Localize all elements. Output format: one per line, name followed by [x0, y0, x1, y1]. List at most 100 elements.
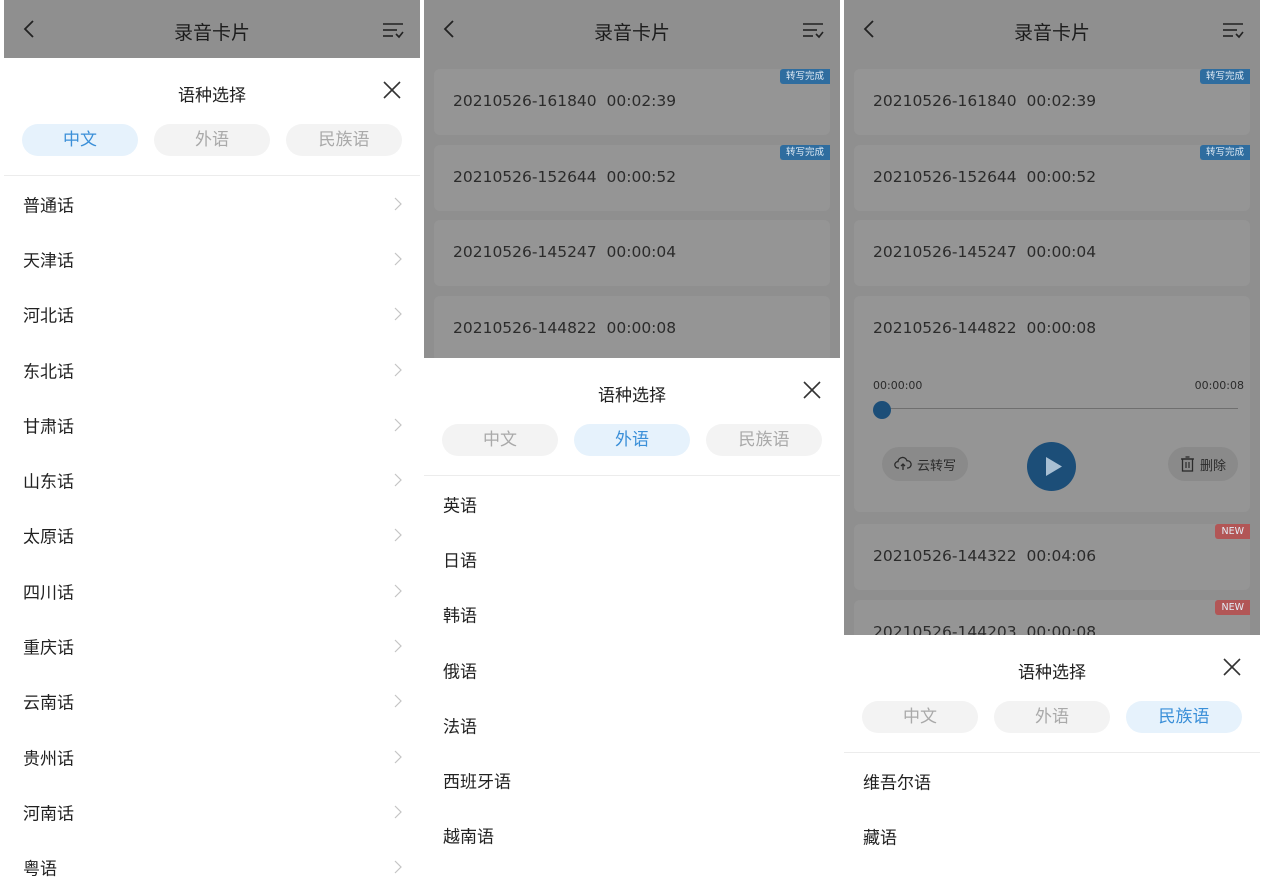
- audio-player: 00:00:00 00:00:08 云转写 删除: [854, 362, 1250, 512]
- recording-card[interactable]: 20210526-145247 00:00:04: [434, 220, 830, 286]
- chevron-right-icon: [394, 694, 402, 708]
- language-name: 天津话: [23, 251, 74, 272]
- language-name: 普通话: [23, 196, 74, 217]
- language-name: 山东话: [23, 472, 74, 493]
- language-item[interactable]: 俄语: [424, 642, 840, 697]
- play-button[interactable]: [1027, 442, 1076, 491]
- tab-chinese[interactable]: 中文: [22, 124, 138, 156]
- recording-card[interactable]: 20210526-161840 00:02:39 转写完成: [434, 69, 830, 135]
- top-bar: 录音卡片: [4, 0, 420, 58]
- language-item[interactable]: 东北话: [4, 342, 420, 397]
- language-item[interactable]: 西班牙语: [424, 752, 840, 807]
- dimmed-background: 录音卡片: [4, 0, 420, 58]
- language-item[interactable]: 法语: [424, 697, 840, 752]
- close-icon[interactable]: [802, 380, 822, 400]
- language-name: 河北话: [23, 306, 74, 327]
- language-item[interactable]: 粤语: [4, 840, 420, 891]
- language-list: 维吾尔语 藏语: [844, 753, 1260, 864]
- tab-ethnic[interactable]: 民族语: [286, 124, 402, 156]
- language-name: 东北话: [23, 362, 74, 383]
- language-name: 韩语: [443, 606, 477, 627]
- chevron-right-icon: [394, 307, 402, 321]
- language-item[interactable]: 四川话: [4, 563, 420, 618]
- recording-card[interactable]: 20210526-152644 00:00:52 转写完成: [434, 145, 830, 211]
- language-name: 太原话: [23, 527, 74, 548]
- recording-label: 20210526-152644 00:00:52: [873, 168, 1097, 186]
- recording-card[interactable]: 20210526-145247 00:00:04: [854, 220, 1250, 286]
- chevron-right-icon: [394, 418, 402, 432]
- language-item[interactable]: 日语: [424, 531, 840, 586]
- language-item[interactable]: 贵州话: [4, 729, 420, 784]
- current-time: 00:00:00: [873, 379, 923, 392]
- language-item[interactable]: 山东话: [4, 452, 420, 507]
- language-sheet: 语种选择 中文 外语 民族语 维吾尔语 藏语: [844, 635, 1260, 891]
- top-bar: 录音卡片: [844, 0, 1260, 58]
- language-item[interactable]: 维吾尔语: [844, 753, 1260, 808]
- cloud-transcribe-button[interactable]: 云转写: [882, 447, 969, 481]
- language-name: 西班牙语: [443, 772, 511, 793]
- sort-icon[interactable]: [1222, 21, 1244, 39]
- delete-button[interactable]: 删除: [1167, 447, 1238, 481]
- language-list: 英语日语韩语俄语法语西班牙语越南语: [424, 476, 840, 863]
- tab-foreign[interactable]: 外语: [154, 124, 270, 156]
- trash-icon: [1180, 456, 1194, 472]
- chevron-right-icon: [394, 363, 402, 376]
- sheet-title: 语种选择: [178, 86, 246, 106]
- cloud-icon: [894, 456, 912, 470]
- language-name: 俄语: [443, 662, 477, 683]
- tab-ethnic[interactable]: 民族语: [1126, 701, 1242, 733]
- panel-ethnic: 录音卡片 20210526-161840 00:02:39 转写完成 2021052…: [844, 0, 1260, 891]
- recording-card[interactable]: 20210526-144322 00:04:06 NEW: [854, 524, 1250, 590]
- panel-chinese: 录音卡片 语种选择 中文 外语 民族语 普通话天津话河北话东北话甘肃话山东话太原…: [4, 0, 420, 891]
- tab-chinese[interactable]: 中文: [862, 701, 978, 733]
- sort-icon[interactable]: [382, 21, 404, 39]
- language-tabs: 中文 外语 民族语: [442, 424, 822, 456]
- progress-track[interactable]: [882, 408, 1238, 409]
- chevron-right-icon: [394, 252, 402, 266]
- recording-label: 20210526-144322 00:04:06: [873, 547, 1097, 565]
- language-item[interactable]: 藏语: [844, 808, 1260, 863]
- recording-card[interactable]: 20210526-161840 00:02:39 转写完成: [854, 69, 1250, 135]
- language-name: 云南话: [23, 693, 74, 714]
- language-tabs: 中文 外语 民族语: [22, 124, 402, 156]
- language-item[interactable]: 甘肃话: [4, 397, 420, 452]
- language-item[interactable]: 越南语: [424, 808, 840, 863]
- tab-chinese[interactable]: 中文: [442, 424, 558, 456]
- language-sheet: 语种选择 中文 外语 民族语 普通话天津话河北话东北话甘肃话山东话太原话四川话重…: [4, 58, 420, 891]
- recording-label: 20210526-144822 00:00:08: [453, 319, 677, 337]
- language-item[interactable]: 英语: [424, 476, 840, 531]
- chevron-right-icon: [394, 584, 402, 598]
- close-icon[interactable]: [382, 80, 402, 100]
- language-item[interactable]: 河南话: [4, 784, 420, 839]
- recording-card[interactable]: 20210526-144203 00:00:08 NEW: [854, 600, 1250, 635]
- language-name: 粤语: [23, 859, 57, 880]
- dimmed-background: 录音卡片 20210526-161840 00:02:39 转写完成 2021052…: [844, 0, 1260, 635]
- sheet-title: 语种选择: [598, 386, 666, 406]
- recording-card[interactable]: 20210526-144822 00:00:08: [434, 296, 830, 358]
- transcribed-badge: 转写完成: [779, 69, 830, 84]
- language-item[interactable]: 天津话: [4, 231, 420, 286]
- recording-card[interactable]: 20210526-152644 00:00:52 转写完成: [854, 145, 1250, 211]
- chevron-right-icon: [394, 639, 402, 653]
- language-item[interactable]: 重庆话: [4, 618, 420, 673]
- tab-ethnic[interactable]: 民族语: [706, 424, 822, 456]
- recording-label: 20210526-145247 00:00:04: [873, 243, 1097, 261]
- tab-foreign[interactable]: 外语: [994, 701, 1110, 733]
- panel-foreign: 录音卡片 20210526-161840 00:02:39 转写完成 2021052…: [424, 0, 840, 891]
- language-item[interactable]: 太原话: [4, 508, 420, 563]
- transcribed-badge: 转写完成: [1199, 145, 1250, 160]
- language-item[interactable]: 韩语: [424, 587, 840, 642]
- language-name: 英语: [443, 496, 477, 517]
- recording-label: 20210526-144822 00:00:08: [873, 319, 1097, 337]
- language-item[interactable]: 云南话: [4, 674, 420, 729]
- delete-label: 删除: [1199, 458, 1226, 474]
- recording-card[interactable]: 20210526-144822 00:00:08: [854, 296, 1250, 362]
- language-name: 甘肃话: [23, 417, 74, 438]
- progress-knob[interactable]: [873, 401, 891, 419]
- close-icon[interactable]: [1222, 657, 1242, 677]
- language-item[interactable]: 普通话: [4, 176, 420, 231]
- language-item[interactable]: 河北话: [4, 287, 420, 342]
- language-name: 四川话: [23, 583, 74, 604]
- sort-icon[interactable]: [802, 21, 824, 39]
- tab-foreign[interactable]: 外语: [574, 424, 690, 456]
